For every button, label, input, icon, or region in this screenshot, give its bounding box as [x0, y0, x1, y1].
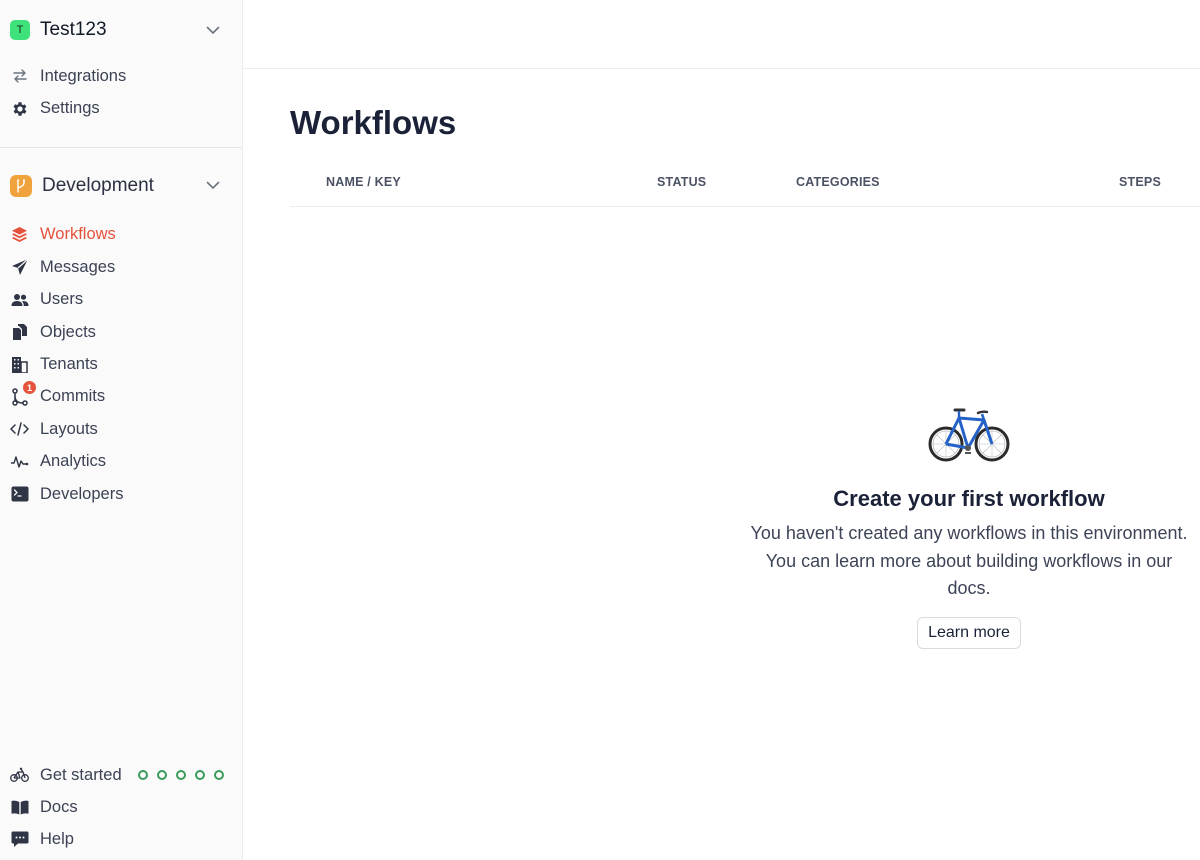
account-nav: Integrations Settings	[0, 60, 242, 125]
sidebar-bottom-nav: Get started Docs Help	[0, 759, 242, 856]
page-title: Workflows	[290, 104, 457, 141]
bicycle-icon	[928, 408, 1010, 462]
sidebar-item-workflows[interactable]: Workflows	[0, 219, 242, 251]
column-header-status[interactable]: STATUS	[657, 175, 706, 189]
environment-switcher[interactable]: Development	[0, 157, 242, 215]
git-branch-icon	[10, 174, 32, 197]
files-icon	[10, 323, 29, 342]
sidebar-item-label: Commits	[40, 387, 106, 406]
sidebar-item-commits[interactable]: 1 Commits	[0, 381, 242, 413]
sidebar-item-tenants[interactable]: Tenants	[0, 348, 242, 380]
sidebar-item-label: Messages	[40, 257, 116, 276]
sidebar-item-layouts[interactable]: Layouts	[0, 413, 242, 445]
progress-step	[175, 770, 186, 781]
sidebar-item-settings[interactable]: Settings	[0, 92, 242, 124]
progress-step	[213, 770, 224, 781]
app: T Test123 Integrations Settings Developm…	[0, 0, 1200, 860]
account-avatar: T	[10, 20, 30, 40]
sidebar-item-label: Settings	[40, 99, 100, 118]
column-header-categories[interactable]: CATEGORIES	[796, 175, 880, 189]
bicycle-icon	[10, 766, 29, 785]
arrows-exchange-icon	[10, 67, 29, 86]
sidebar-item-label: Analytics	[40, 452, 107, 471]
users-icon	[10, 290, 29, 309]
empty-state-description: You haven't created any workflows in thi…	[750, 523, 1188, 598]
gear-icon	[10, 99, 29, 118]
sidebar-item-label: Layouts	[40, 419, 98, 438]
sidebar-item-label: Tenants	[40, 355, 98, 374]
sidebar-item-label: Workflows	[40, 225, 116, 244]
sidebar-item-docs[interactable]: Docs	[0, 791, 242, 823]
sidebar-item-get-started[interactable]: Get started	[0, 759, 242, 791]
building-icon	[10, 355, 29, 374]
top-bar	[243, 0, 1200, 69]
column-header-steps[interactable]: STEPS	[1119, 175, 1161, 189]
sidebar-item-label: Help	[40, 830, 74, 849]
chat-bubble-icon	[10, 830, 29, 849]
sidebar-item-label: Get started	[40, 765, 122, 784]
layers-icon	[10, 225, 29, 244]
terminal-icon	[10, 485, 29, 504]
sidebar-item-analytics[interactable]: Analytics	[0, 446, 242, 478]
book-icon	[10, 798, 29, 817]
onboarding-progress	[137, 770, 224, 781]
main-content: Workflows NAME / KEY STATUS CATEGORIES S…	[243, 0, 1200, 860]
pulse-icon	[10, 452, 29, 471]
chevron-down-icon[interactable]	[206, 179, 220, 193]
sidebar-item-messages[interactable]: Messages	[0, 251, 242, 283]
sidebar-item-label: Developers	[40, 484, 124, 503]
sidebar-item-label: Docs	[40, 797, 78, 816]
sidebar-item-label: Objects	[40, 322, 96, 341]
environment-name: Development	[42, 174, 154, 196]
sidebar-item-label: Integrations	[40, 66, 127, 85]
sidebar-divider	[0, 146, 242, 148]
account-name: Test123	[40, 19, 107, 40]
sidebar-item-users[interactable]: Users	[0, 284, 242, 316]
empty-state: Create your first workflow You haven't c…	[746, 404, 1192, 649]
git-commit-icon: 1	[10, 381, 36, 406]
environment-nav: Workflows Messages Users Objects Tenants…	[0, 219, 242, 511]
account-switcher[interactable]: T Test123	[0, 0, 242, 60]
sidebar-item-developers[interactable]: Developers	[0, 478, 242, 510]
chevron-down-icon[interactable]	[206, 23, 220, 37]
progress-step	[156, 770, 167, 781]
column-header-name-key[interactable]: NAME / KEY	[326, 175, 401, 189]
progress-step	[194, 770, 205, 781]
learn-more-button[interactable]: Learn more	[917, 616, 1021, 649]
table-header: NAME / KEY STATUS CATEGORIES STEPS	[290, 158, 1200, 207]
progress-step	[137, 770, 148, 781]
sidebar: T Test123 Integrations Settings Developm…	[0, 0, 243, 860]
sidebar-item-label: Users	[40, 290, 84, 309]
commits-count-badge: 1	[23, 381, 36, 395]
sidebar-item-objects[interactable]: Objects	[0, 316, 242, 348]
paper-plane-icon	[10, 258, 29, 277]
empty-state-title: Create your first workflow	[833, 486, 1105, 511]
sidebar-item-integrations[interactable]: Integrations	[0, 60, 242, 92]
sidebar-item-help[interactable]: Help	[0, 824, 242, 856]
code-icon	[10, 420, 29, 439]
